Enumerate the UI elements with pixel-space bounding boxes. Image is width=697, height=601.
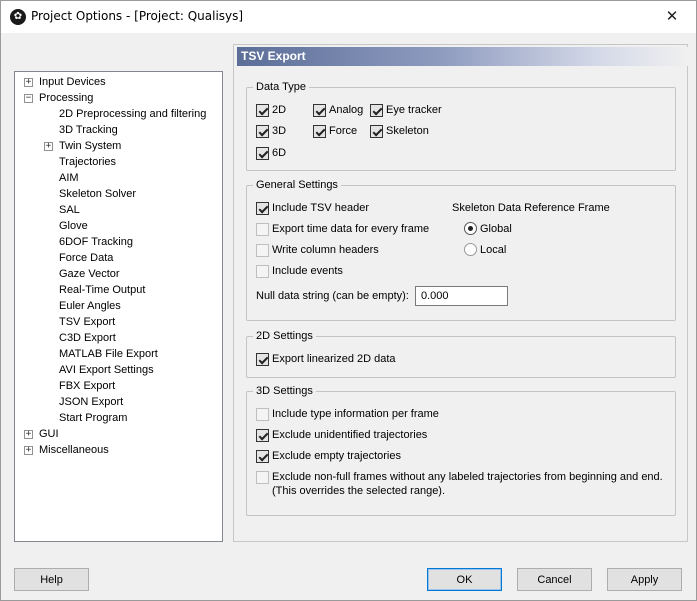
checkbox-box[interactable]: [256, 265, 269, 278]
checkbox-box[interactable]: [256, 223, 269, 236]
panel-title: TSV Export: [237, 47, 688, 66]
checkbox-box[interactable]: [256, 429, 269, 442]
checkbox-box[interactable]: [256, 125, 269, 138]
tree-item-6dof-tracking[interactable]: 6DOF Tracking: [59, 234, 133, 250]
tree-item-label: 6DOF Tracking: [59, 236, 133, 248]
tree-item-label: Miscellaneous: [39, 444, 109, 456]
tree-item-label: Input Devices: [39, 76, 106, 88]
radio-circle[interactable]: [464, 222, 477, 235]
tree-item-label: 2D Preprocessing and filtering: [59, 108, 207, 120]
cancel-button[interactable]: Cancel: [517, 568, 592, 591]
overrides-range-note: (This overrides the selected range).: [272, 485, 446, 497]
tree-item-label: Real-Time Output: [59, 284, 146, 296]
tree-item-label: GUI: [39, 428, 59, 440]
checkbox-box[interactable]: [370, 104, 383, 117]
tree-item-json-export[interactable]: JSON Export: [59, 394, 123, 410]
tree-item-label: MATLAB File Export: [59, 348, 158, 360]
general-settings-title: General Settings: [256, 179, 338, 191]
tree-item-label: AIM: [59, 172, 79, 184]
null-data-string-label: Null data string (can be empty):: [256, 290, 409, 302]
tree-item-3d-tracking[interactable]: 3D Tracking: [59, 122, 118, 138]
tree-item-matlab-file-export[interactable]: MATLAB File Export: [59, 346, 158, 362]
checkbox-box[interactable]: [256, 471, 269, 484]
checkbox-box[interactable]: [256, 408, 269, 421]
tree-item-force-data[interactable]: Force Data: [59, 250, 113, 266]
settings-3d-title: 3D Settings: [256, 385, 313, 397]
tree-item-label: Euler Angles: [59, 300, 121, 312]
tree-item-skeleton-solver[interactable]: Skeleton Solver: [59, 186, 136, 202]
tree-item-real-time-output[interactable]: Real-Time Output: [59, 282, 145, 298]
settings-2d-title: 2D Settings: [256, 330, 313, 342]
tree-item-miscellaneous[interactable]: + Miscellaneous: [24, 442, 109, 458]
checkbox-box[interactable]: [313, 125, 326, 138]
radio-circle[interactable]: [464, 243, 477, 256]
tree-item-label: Trajectories: [59, 156, 117, 168]
tree-item-2d-preprocessing-and-filtering[interactable]: 2D Preprocessing and filtering: [59, 106, 206, 122]
ok-button[interactable]: OK: [427, 568, 502, 591]
checkbox-box[interactable]: [256, 244, 269, 257]
tree-item-label: TSV Export: [59, 316, 116, 328]
checkbox-box[interactable]: [256, 353, 269, 366]
tree-item-label: Force Data: [59, 252, 114, 264]
checkbox-box[interactable]: [370, 125, 383, 138]
project-options-window: ✿ Project Options - [Project: Qualisys] …: [0, 0, 697, 601]
tree-item-label: C3D Export: [59, 332, 116, 344]
options-tree[interactable]: + Input Devices − Processing 2D Preprocessin…: [14, 71, 223, 542]
tree-item-gui[interactable]: + GUI: [24, 426, 59, 442]
collapse-icon[interactable]: −: [24, 94, 33, 103]
tree-item-input-devices[interactable]: + Input Devices: [24, 74, 106, 90]
close-icon[interactable]: ✕: [652, 3, 692, 31]
checkbox-box[interactable]: [256, 450, 269, 463]
window-title: Project Options - [Project: Qualisys]: [31, 9, 244, 23]
data-type-group: Data Type: [246, 81, 676, 171]
apply-button[interactable]: Apply: [607, 568, 682, 591]
checkbox-box[interactable]: [256, 104, 269, 117]
checkbox-box[interactable]: [256, 147, 269, 160]
tree-item-label: JSON Export: [59, 396, 124, 408]
tree-item-label: Processing: [39, 92, 94, 104]
tree-item-tsv-export[interactable]: TSV Export: [59, 314, 115, 330]
tree-item-label: Skeleton Solver: [59, 188, 137, 200]
tree-item-processing[interactable]: − Processing: [24, 90, 94, 106]
checkbox-box[interactable]: [313, 104, 326, 117]
data-type-title: Data Type: [256, 81, 306, 93]
tree-item-gaze-vector[interactable]: Gaze Vector: [59, 266, 120, 282]
qualisys-app-icon: ✿: [10, 9, 26, 25]
tree-item-aim[interactable]: AIM: [59, 170, 79, 186]
title-bar[interactable]: ✿ Project Options - [Project: Qualisys] …: [1, 1, 696, 33]
expand-icon[interactable]: +: [24, 78, 33, 87]
tree-item-avi-export-settings[interactable]: AVI Export Settings: [59, 362, 154, 378]
tree-item-twin-system[interactable]: + Twin System: [44, 138, 122, 154]
tree-item-label: FBX Export: [59, 380, 116, 392]
checkbox-box[interactable]: [256, 202, 269, 215]
tree-item-glove[interactable]: Glove: [59, 218, 88, 234]
tree-item-label: Twin System: [59, 140, 122, 152]
tree-item-label: Start Program: [59, 412, 128, 424]
skeleton-reference-frame-label: Skeleton Data Reference Frame: [452, 202, 610, 214]
tree-item-label: Glove: [59, 220, 88, 232]
tree-item-label: Gaze Vector: [59, 268, 120, 280]
tree-item-euler-angles[interactable]: Euler Angles: [59, 298, 121, 314]
tree-item-sal[interactable]: SAL: [59, 202, 80, 218]
expand-icon[interactable]: +: [24, 446, 33, 455]
expand-icon[interactable]: +: [44, 142, 53, 151]
help-button[interactable]: Help: [14, 568, 89, 591]
null-data-string-input[interactable]: [415, 286, 508, 306]
tree-item-label: SAL: [59, 204, 80, 216]
tree-item-label: 3D Tracking: [59, 124, 118, 136]
tree-item-c3d-export[interactable]: C3D Export: [59, 330, 116, 346]
tree-item-fbx-export[interactable]: FBX Export: [59, 378, 115, 394]
tree-item-trajectories[interactable]: Trajectories: [59, 154, 116, 170]
tree-item-start-program[interactable]: Start Program: [59, 410, 127, 426]
tree-item-label: AVI Export Settings: [59, 364, 154, 376]
expand-icon[interactable]: +: [24, 430, 33, 439]
